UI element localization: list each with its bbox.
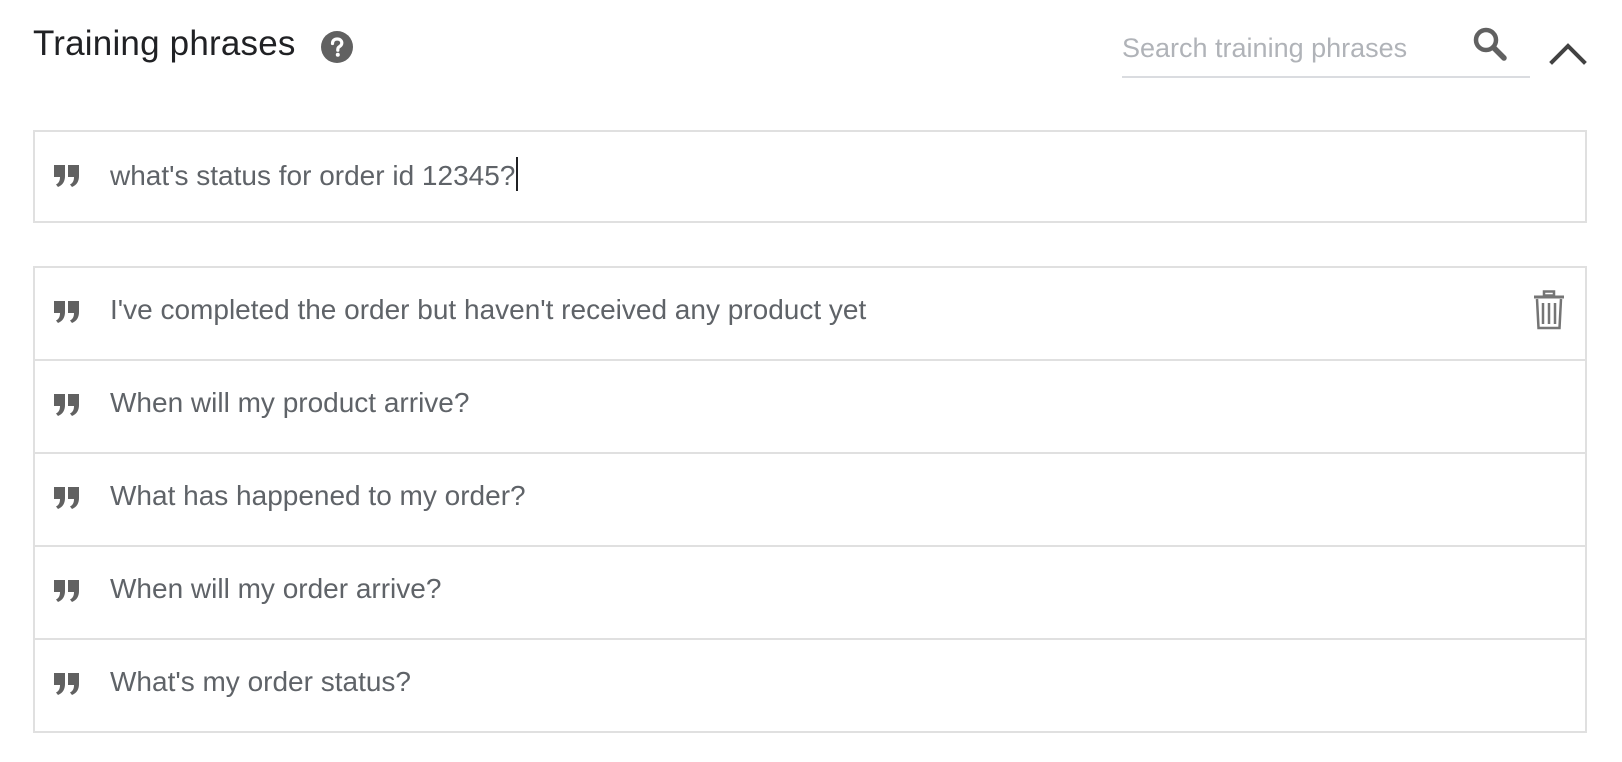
quote-icon: [54, 165, 79, 187]
search-field[interactable]: [1122, 26, 1530, 78]
training-phrases-header: Training phrases: [0, 0, 1622, 100]
chevron-up-icon[interactable]: [1548, 36, 1588, 68]
section-title: Training phrases: [33, 24, 296, 63]
training-phrase-text[interactable]: I've completed the order but haven't rec…: [110, 294, 866, 326]
training-phrase-text[interactable]: When will my order arrive?: [110, 573, 441, 605]
quote-icon: [54, 394, 79, 416]
training-phrase-text[interactable]: When will my product arrive?: [110, 387, 469, 419]
training-phrase-row[interactable]: When will my order arrive?: [35, 547, 1585, 640]
training-phrase-list: I've completed the order but haven't rec…: [33, 266, 1587, 733]
training-phrase-text[interactable]: What has happened to my order?: [110, 480, 526, 512]
quote-icon: [54, 673, 79, 695]
trash-icon[interactable]: [1532, 290, 1566, 330]
search-input[interactable]: [1122, 26, 1462, 70]
training-phrase-text[interactable]: What's my order status?: [110, 666, 411, 698]
new-training-phrase-input[interactable]: what's status for order id 12345?: [33, 130, 1587, 223]
training-phrase-row[interactable]: I've completed the order but haven't rec…: [35, 268, 1585, 361]
quote-icon: [54, 301, 79, 323]
training-phrase-row[interactable]: What has happened to my order?: [35, 454, 1585, 547]
training-phrase-row[interactable]: When will my product arrive?: [35, 361, 1585, 454]
text-caret: [516, 157, 519, 191]
quote-icon: [54, 487, 79, 509]
new-phrase-text[interactable]: what's status for order id 12345?: [110, 157, 519, 192]
search-icon[interactable]: [1472, 26, 1508, 62]
help-circle-icon[interactable]: [321, 31, 353, 63]
quote-icon: [54, 580, 79, 602]
training-phrase-row[interactable]: What's my order status?: [35, 640, 1585, 731]
